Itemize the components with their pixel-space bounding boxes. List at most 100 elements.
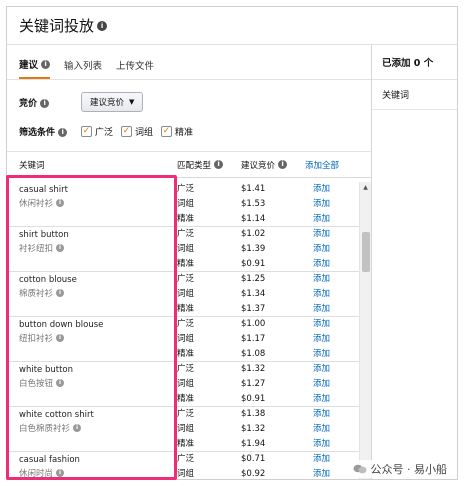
add-keyword-link[interactable]: 添加 xyxy=(313,197,357,212)
match-type-cell: 广泛词组精准 xyxy=(171,272,233,316)
bid-value: $1.32 xyxy=(241,364,266,374)
match-type-value: 精准 xyxy=(177,394,195,404)
match-type-cell: 广泛词组精准 xyxy=(171,182,233,226)
info-icon[interactable]: i xyxy=(56,199,65,207)
info-icon[interactable]: i xyxy=(214,160,224,169)
add-keyword-link[interactable]: 添加 xyxy=(313,272,357,287)
watermark: 公众号 · 易小船 xyxy=(349,460,450,478)
bid-value: $1.08 xyxy=(241,349,266,359)
keyword-translation: 休闲衬衫 i xyxy=(19,197,171,209)
match-type-value: 词组 xyxy=(177,244,195,254)
info-icon[interactable]: i xyxy=(56,244,65,252)
keyword-translation: 休闲时尚 i xyxy=(19,467,171,479)
added-keywords-panel: 已添加 0 个 关键词 xyxy=(371,45,457,479)
add-keyword-link[interactable]: 添加 xyxy=(313,422,357,437)
keyword-text: casual fashion xyxy=(19,455,80,465)
checkmark-icon: ✓ xyxy=(161,125,173,137)
info-icon[interactable]: i xyxy=(278,160,288,169)
add-keyword-link[interactable]: 添加 xyxy=(313,257,357,272)
match-type-value: 精准 xyxy=(177,259,195,269)
add-cell: 添加添加添加 xyxy=(303,227,357,271)
suggested-bid-cell: $1.02 $1.39 $0.91 xyxy=(233,227,303,271)
match-type-cell: 广泛词组精准 xyxy=(171,317,233,361)
match-type-value: 精准 xyxy=(177,304,195,314)
add-keyword-link[interactable]: 添加 xyxy=(313,212,357,227)
match-type-cell: 广泛词组精准 xyxy=(171,452,233,479)
info-icon[interactable]: i xyxy=(56,289,65,297)
filter-exact-checkbox[interactable]: ✓ 精准 xyxy=(161,125,193,138)
bid-dropdown[interactable]: 建议竞价 ▼ xyxy=(81,92,144,112)
keyword-list: casual shirt 休闲衬衫 i 广泛 词组 精准 $1.41 $1.53 $1.14 添加… xyxy=(7,182,359,479)
tab-suggested[interactable]: 建议 i xyxy=(19,51,51,79)
keyword-cell: casual shirt 休闲衬衫 i xyxy=(7,182,171,226)
table-row: shirt button 衬衫纽扣 i 广泛 词组 精准 $1.02 $1.39 $0.91 添加… xyxy=(7,227,359,272)
tab-enter-list[interactable]: 输入列表 xyxy=(64,51,102,79)
suggested-bid-cell: $0.71 $0.92 xyxy=(233,452,303,479)
add-keyword-link[interactable]: 添加 xyxy=(313,302,357,317)
keyword-text: white button xyxy=(19,365,74,375)
add-all-link[interactable]: 添加全部 xyxy=(303,159,357,171)
keyword-cell: button down blouse 纽扣衬衫 i xyxy=(7,317,171,361)
chevron-down-icon: ▼ xyxy=(129,98,135,106)
add-keyword-link[interactable]: 添加 xyxy=(313,362,357,377)
match-type-value: 精准 xyxy=(177,439,195,449)
added-column-keyword: 关键词 xyxy=(372,80,457,110)
match-type-cell: 广泛词组精准 xyxy=(171,362,233,406)
filter-phrase-checkbox[interactable]: ✓ 词组 xyxy=(121,125,153,138)
bid-value: $1.41 xyxy=(241,184,266,194)
keyword-translation: 衬衫纽扣 i xyxy=(19,242,171,254)
info-icon[interactable]: i xyxy=(56,469,65,477)
add-keyword-link[interactable]: 添加 xyxy=(313,182,357,197)
add-keyword-link[interactable]: 添加 xyxy=(313,332,357,347)
column-keyword: 关键词 xyxy=(19,160,45,171)
controls-area: 竞价 i 建议竞价 ▼ 筛选条件 i ✓ 广泛 ✓ 词组 ✓ 精准 xyxy=(7,80,371,152)
info-icon[interactable]: i xyxy=(56,379,65,387)
add-keyword-link[interactable]: 添加 xyxy=(313,317,357,332)
keyword-cell: white button 白色按钮 i xyxy=(7,362,171,406)
add-keyword-link[interactable]: 添加 xyxy=(313,392,357,407)
add-keyword-link[interactable]: 添加 xyxy=(313,407,357,422)
table-row: button down blouse 纽扣衬衫 i 广泛 词组 精准 $1.00 $1.17 $… xyxy=(7,317,359,362)
match-type-value: 广泛 xyxy=(177,364,195,374)
keyword-translation: 白色棉质衬衫 i xyxy=(19,422,171,434)
match-type-value: 广泛 xyxy=(177,454,195,464)
checkmark-icon: ✓ xyxy=(121,125,133,137)
add-keyword-link[interactable]: 添加 xyxy=(313,242,357,257)
add-keyword-link[interactable]: 添加 xyxy=(313,437,357,452)
keyword-text: button down blouse xyxy=(19,320,104,330)
info-icon[interactable]: i xyxy=(40,98,50,108)
bid-value: $1.25 xyxy=(241,274,266,284)
bid-value: $1.39 xyxy=(241,244,266,254)
bid-value: $1.53 xyxy=(241,199,266,209)
tab-bar: 建议 i 输入列表 上传文件 xyxy=(7,45,371,80)
match-type-value: 广泛 xyxy=(177,319,195,329)
keyword-translation: 白色按钮 i xyxy=(19,377,171,389)
scrollbar[interactable]: ▲ xyxy=(359,182,371,479)
scrollbar-thumb[interactable] xyxy=(362,232,370,272)
add-keyword-link[interactable]: 添加 xyxy=(313,227,357,242)
panel-header: 关键词投放 i xyxy=(7,7,457,45)
match-type-value: 词组 xyxy=(177,469,195,479)
bid-value: $0.91 xyxy=(241,259,266,269)
add-keyword-link[interactable]: 添加 xyxy=(313,347,357,362)
filter-broad-checkbox[interactable]: ✓ 广泛 xyxy=(81,125,113,138)
table-row: white cotton shirt 白色棉质衬衫 i 广泛 词组 精准 $1.38 $1.3… xyxy=(7,407,359,452)
panel-title: 关键词投放 xyxy=(19,17,95,35)
match-type-value: 广泛 xyxy=(177,409,195,419)
column-suggested-bid: 建议竞价 i xyxy=(233,159,303,171)
info-icon[interactable]: i xyxy=(58,127,68,137)
add-keyword-link[interactable]: 添加 xyxy=(313,377,357,392)
keyword-text: shirt button xyxy=(19,230,69,240)
scroll-up-arrow-icon[interactable]: ▲ xyxy=(360,182,371,194)
match-type-cell: 广泛词组精准 xyxy=(171,227,233,271)
info-icon[interactable]: i xyxy=(73,424,82,432)
suggested-bid-cell: $1.41 $1.53 $1.14 xyxy=(233,182,303,226)
info-icon[interactable]: i xyxy=(97,20,108,31)
tab-upload-file[interactable]: 上传文件 xyxy=(116,51,154,79)
add-keyword-link[interactable]: 添加 xyxy=(313,287,357,302)
info-icon[interactable]: i xyxy=(41,59,51,69)
suggestions-section: 建议 i 输入列表 上传文件 竞价 i 建议竞价 ▼ 筛选条件 i ✓ 广泛 ✓… xyxy=(7,45,371,479)
add-cell: 添加添加添加 xyxy=(303,362,357,406)
info-icon[interactable]: i xyxy=(56,334,65,342)
add-cell: 添加添加添加 xyxy=(303,317,357,361)
